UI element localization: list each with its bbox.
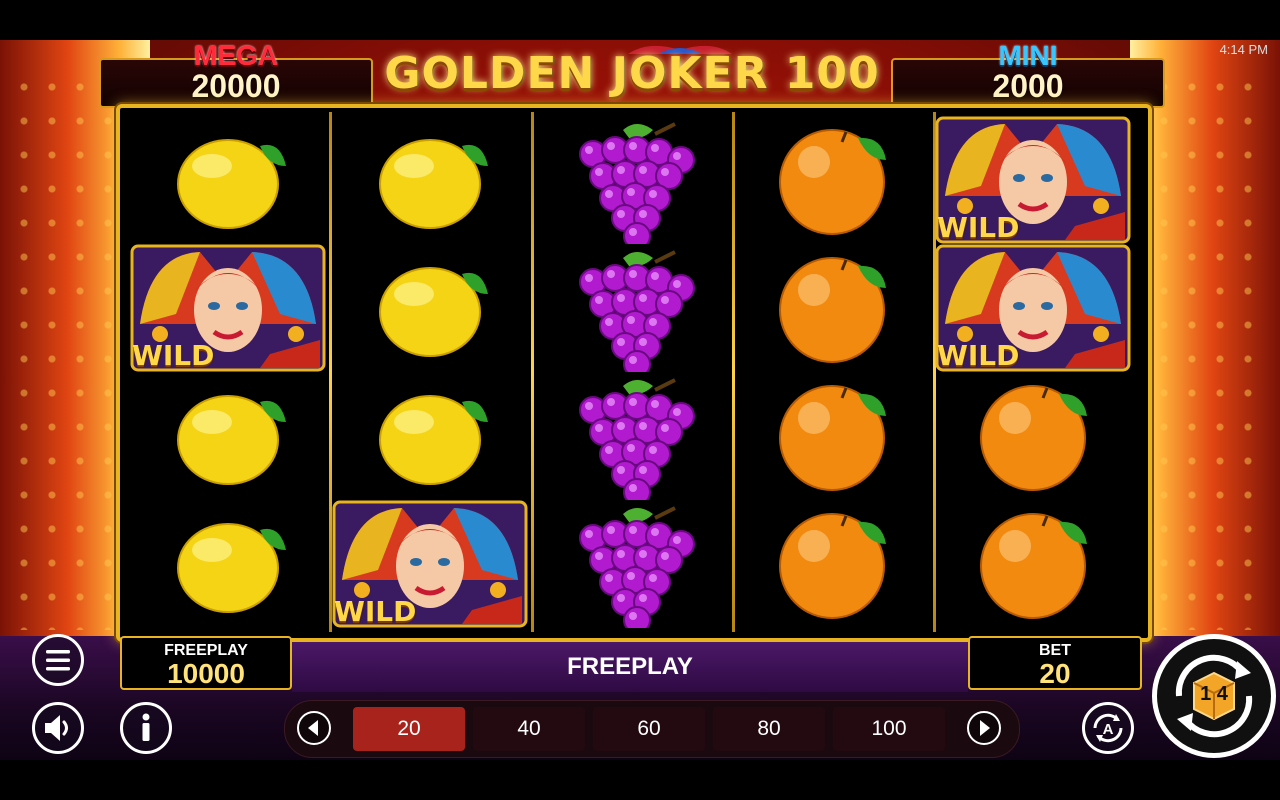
spin-button[interactable]: 1 4 <box>1152 634 1276 758</box>
reel-grid: WILD WILD WILD WILD <box>116 104 1152 642</box>
sparks-left-decoration <box>10 70 130 630</box>
speaker-icon <box>45 715 68 741</box>
grapes-icon <box>579 250 695 372</box>
orange-symbol <box>734 116 930 244</box>
grapes-icon <box>579 122 695 244</box>
orange-symbol <box>935 372 1131 500</box>
joker-wild-symbol: WILD <box>332 500 528 628</box>
status-time: 4:14 PM <box>1219 42 1268 57</box>
sparks-right-decoration <box>1150 70 1270 630</box>
balance-display: FREEPLAY 10000 <box>120 636 292 690</box>
sound-button[interactable] <box>32 702 84 754</box>
wild-label: WILD <box>334 595 417 628</box>
grapes-symbol <box>533 372 729 500</box>
orange-icon <box>779 257 886 363</box>
orange-symbol <box>734 244 930 372</box>
bet-option[interactable]: 20 <box>353 707 465 751</box>
mini-jackpot-value: 2000 <box>992 68 1064 104</box>
bet-display: BET 20 <box>968 636 1142 690</box>
game-title-container: GOLDEN JOKER 100 <box>372 40 892 110</box>
balance-value: 10000 <box>167 658 245 689</box>
chevron-left-icon <box>308 720 318 736</box>
orange-icon <box>980 513 1087 619</box>
reel-4 <box>734 116 930 628</box>
grapes-symbol <box>533 500 729 628</box>
lemon-symbol <box>332 372 528 500</box>
lemon-icon <box>379 267 488 357</box>
grapes-icon <box>579 506 695 628</box>
orange-icon <box>779 385 886 491</box>
bet-next-button[interactable] <box>967 711 1001 745</box>
grapes-icon <box>579 378 695 500</box>
bet-option[interactable]: 80 <box>713 707 825 751</box>
grapes-symbol <box>533 244 729 372</box>
lemon-icon <box>379 395 488 485</box>
wild-label: WILD <box>132 339 215 372</box>
menu-button[interactable] <box>32 634 84 686</box>
lemon-icon <box>177 523 286 613</box>
orange-symbol <box>935 500 1131 628</box>
info-icon <box>142 713 150 741</box>
wild-label: WILD <box>937 339 1020 372</box>
reel-5: WILD WILD <box>935 116 1131 628</box>
autoplay-button[interactable]: A <box>1082 702 1134 754</box>
lemon-symbol <box>130 116 326 244</box>
reel-1: WILD <box>130 116 326 628</box>
bet-selector: 20 40 60 80 100 <box>284 700 1020 758</box>
orange-icon <box>980 385 1087 491</box>
orange-icon <box>779 129 886 235</box>
chevron-right-icon <box>980 720 990 736</box>
reel-3 <box>533 116 729 628</box>
lemon-symbol <box>130 372 326 500</box>
lemon-icon <box>177 139 286 229</box>
orange-symbol <box>734 372 930 500</box>
wild-label: WILD <box>937 211 1020 244</box>
game-title: GOLDEN JOKER 100 <box>384 48 880 99</box>
grapes-symbol <box>533 116 729 244</box>
mini-jackpot: MINI 2000 <box>891 40 1165 108</box>
joker-wild-symbol: WILD <box>130 244 326 372</box>
orange-icon <box>779 513 886 619</box>
info-button[interactable] <box>120 702 172 754</box>
joker-wild-symbol: WILD <box>935 244 1131 372</box>
screen: 4:14 PM GOLDEN JOKER 100 MEGA 20000 MINI… <box>0 0 1280 800</box>
lemon-icon <box>177 395 286 485</box>
bet-option[interactable]: 60 <box>593 707 705 751</box>
bet-prev-button[interactable] <box>297 711 331 745</box>
bet-option[interactable]: 40 <box>473 707 585 751</box>
mega-jackpot-value: 20000 <box>191 68 281 104</box>
autoplay-icon: A <box>1093 713 1123 743</box>
lemon-symbol <box>332 244 528 372</box>
hamburger-menu-icon <box>46 650 70 671</box>
freeplay-banner: FREEPLAY <box>292 642 968 692</box>
lemon-symbol <box>332 116 528 244</box>
reel-2: WILD <box>332 116 528 628</box>
orange-symbol <box>734 500 930 628</box>
spin-digits: 1 4 <box>1200 683 1228 705</box>
bet-value: 20 <box>1039 658 1071 689</box>
lemon-symbol <box>130 500 326 628</box>
svg-text:A: A <box>1103 721 1114 738</box>
bet-option[interactable]: 100 <box>833 707 945 751</box>
mega-jackpot: MEGA 20000 <box>99 40 373 108</box>
lemon-icon <box>379 139 488 229</box>
joker-wild-symbol: WILD <box>935 116 1131 244</box>
